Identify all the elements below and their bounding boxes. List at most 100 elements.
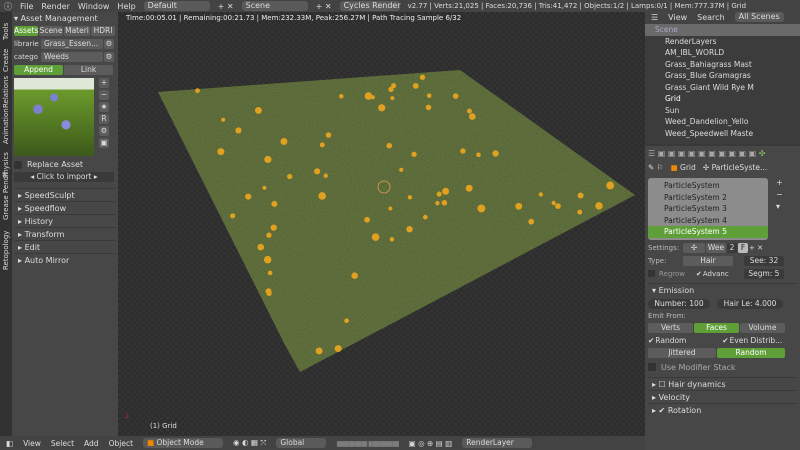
number-field[interactable]: Number: 100: [648, 298, 710, 309]
velocity-panel[interactable]: ▸ Velocity: [648, 389, 797, 403]
tab-grease-pencil[interactable]: Grease Pencil: [2, 173, 10, 220]
emission-panel-header[interactable]: ▾ Emission: [648, 282, 797, 296]
panel-transform[interactable]: ▸ Transform: [14, 227, 116, 240]
layout-select[interactable]: Default: [143, 1, 210, 11]
panel-auto-mirror[interactable]: ▸ Auto Mirror: [14, 253, 116, 266]
segments-field[interactable]: Segm: 5: [743, 268, 784, 279]
hair-dynamics-panel[interactable]: ▸ ☐ Hair dynamics: [648, 376, 797, 390]
panel-speedflow[interactable]: ▸ Speedflow: [14, 201, 116, 214]
emit-verts-button[interactable]: Verts: [648, 322, 693, 333]
list-item[interactable]: ParticleSystem 2: [648, 192, 768, 204]
menu-object[interactable]: Object: [109, 439, 133, 448]
add-layout-button[interactable]: + ✕: [218, 2, 234, 11]
scene-select[interactable]: Scene: [241, 1, 308, 11]
remove-icon[interactable]: −: [99, 90, 109, 100]
even-checkbox[interactable]: ✔: [722, 336, 728, 345]
tab-retopology[interactable]: Retopology: [2, 231, 10, 270]
outliner-item-scene[interactable]: Scene: [645, 24, 800, 36]
list-item[interactable]: ParticleSystem 4: [648, 215, 768, 227]
library-select[interactable]: Grass_Essen...: [41, 39, 103, 49]
seed-field[interactable]: See: 32: [744, 255, 784, 266]
mode-select[interactable]: ■ Object Mode: [143, 438, 224, 448]
outliner-item[interactable]: Weed_Dandelion_Yello: [645, 116, 800, 128]
jittered-button[interactable]: Jittered: [648, 347, 716, 358]
image-icon[interactable]: ▣: [99, 138, 109, 148]
outliner-item[interactable]: Sun: [645, 105, 800, 117]
menu-select[interactable]: Select: [51, 439, 74, 448]
r-icon[interactable]: R: [99, 114, 109, 124]
gear-icon[interactable]: ⚙: [104, 39, 114, 49]
tab-hdri[interactable]: HDRI: [91, 26, 115, 36]
random-dist-button[interactable]: Random: [717, 347, 785, 358]
tab-materials[interactable]: Materi: [64, 26, 90, 36]
asset-thumbnail[interactable]: [14, 78, 94, 156]
renderlayer-select[interactable]: RenderLayer: [462, 438, 533, 448]
outliner-item[interactable]: Weed_Speedwell Maste: [645, 128, 800, 140]
tab-create[interactable]: Create: [2, 49, 10, 72]
shading-icon[interactable]: ◉ ◐ ▦ ⤧: [233, 438, 266, 448]
modifier-stack-checkbox[interactable]: [648, 363, 656, 371]
menu-help[interactable]: Help: [117, 2, 135, 11]
regrow-checkbox[interactable]: [648, 270, 655, 277]
append-button[interactable]: Append: [14, 65, 63, 75]
fake-user-button[interactable]: F: [738, 242, 748, 253]
advanced-checkbox[interactable]: ✔: [696, 270, 702, 278]
outliner-item[interactable]: Grass_Blue Gramagras: [645, 70, 800, 82]
context-tabs[interactable]: ☰ ▣ ▣ ▣ ▣ ▣ ▣ ▣ ▣ ▣ ▣ ✣: [648, 149, 797, 161]
list-item[interactable]: ParticleSystem 3: [648, 203, 768, 215]
outliner-item[interactable]: RenderLayers: [645, 36, 800, 48]
panel-edit[interactable]: ▸ Edit: [14, 240, 116, 253]
link-button[interactable]: Link: [64, 65, 113, 75]
panel-history[interactable]: ▸ History: [14, 214, 116, 227]
category-select[interactable]: Weeds: [41, 52, 103, 62]
add-icon[interactable]: +: [776, 178, 783, 187]
outliner-view-menu[interactable]: View: [668, 12, 687, 24]
engine-select[interactable]: Cycles Render: [339, 1, 401, 11]
menu-down-icon[interactable]: ▾: [776, 202, 783, 211]
star-icon[interactable]: ★: [99, 102, 109, 112]
tab-assets[interactable]: Assets: [14, 26, 38, 36]
new-icon[interactable]: + ✕: [749, 244, 763, 252]
snap-icon[interactable]: ▣ ◎ ⊕ ▤ ▥: [409, 439, 453, 448]
editor-type-icon[interactable]: ◧: [6, 439, 13, 448]
list-item-selected[interactable]: ParticleSystem 5: [648, 226, 768, 238]
orientation-select[interactable]: Global: [276, 438, 327, 448]
add-scene-button[interactable]: + ✕: [316, 2, 332, 11]
3d-viewport[interactable]: Time:00:05.01 | Remaining:00:21.73 | Mem…: [118, 12, 645, 436]
outliner-search-menu[interactable]: Search: [697, 12, 724, 24]
outliner-display-select[interactable]: All Scenes: [734, 12, 784, 22]
gear-icon[interactable]: ⚙: [104, 52, 114, 62]
asset-panel-header[interactable]: ▾ Asset Management: [14, 14, 116, 23]
users-count[interactable]: 2: [727, 242, 737, 253]
tab-scene[interactable]: Scene: [39, 26, 63, 36]
rotation-panel[interactable]: ▸ ✔ Rotation: [648, 402, 797, 416]
gear-icon[interactable]: ⚙: [99, 126, 109, 136]
list-item[interactable]: ParticleSystem: [648, 180, 768, 192]
tab-tools[interactable]: Tools: [2, 23, 10, 40]
panel-speedsculpt[interactable]: ▸ SpeedSculpt: [14, 188, 116, 201]
outliner-item[interactable]: Grass_Bahiagrass Mast: [645, 59, 800, 71]
import-button[interactable]: ◂ Click to import ▸: [14, 172, 114, 182]
menu-file[interactable]: File: [20, 2, 33, 11]
outliner-item[interactable]: AM_IBL_WORLD: [645, 47, 800, 59]
tab-animation[interactable]: Animation: [2, 108, 10, 144]
random-checkbox[interactable]: ✔: [648, 336, 654, 345]
layers-grid[interactable]: ▦▦▦▦▦ ▦▦▦▦▦: [336, 439, 399, 448]
menu-render[interactable]: Render: [41, 2, 69, 11]
tab-relations[interactable]: Relations: [2, 76, 10, 108]
hair-length-field[interactable]: Hair Le: 4.000: [717, 298, 783, 309]
menu-view[interactable]: View: [23, 439, 41, 448]
menu-add[interactable]: Add: [84, 439, 99, 448]
type-select[interactable]: Hair: [683, 255, 733, 266]
menu-window[interactable]: Window: [78, 2, 110, 11]
outliner-item[interactable]: Grid: [645, 93, 800, 105]
info-icon[interactable]: ⓘ: [4, 1, 12, 12]
settings-name[interactable]: Wee: [706, 242, 726, 253]
editor-type-icon[interactable]: ☰: [651, 12, 658, 24]
emit-volume-button[interactable]: Volume: [740, 322, 785, 333]
settings-icon[interactable]: ✣: [683, 242, 705, 253]
outliner-item[interactable]: Grass_Giant Wild Rye M: [645, 82, 800, 94]
remove-icon[interactable]: −: [776, 190, 783, 199]
replace-asset-checkbox[interactable]: [14, 160, 22, 169]
add-icon[interactable]: +: [99, 78, 109, 88]
